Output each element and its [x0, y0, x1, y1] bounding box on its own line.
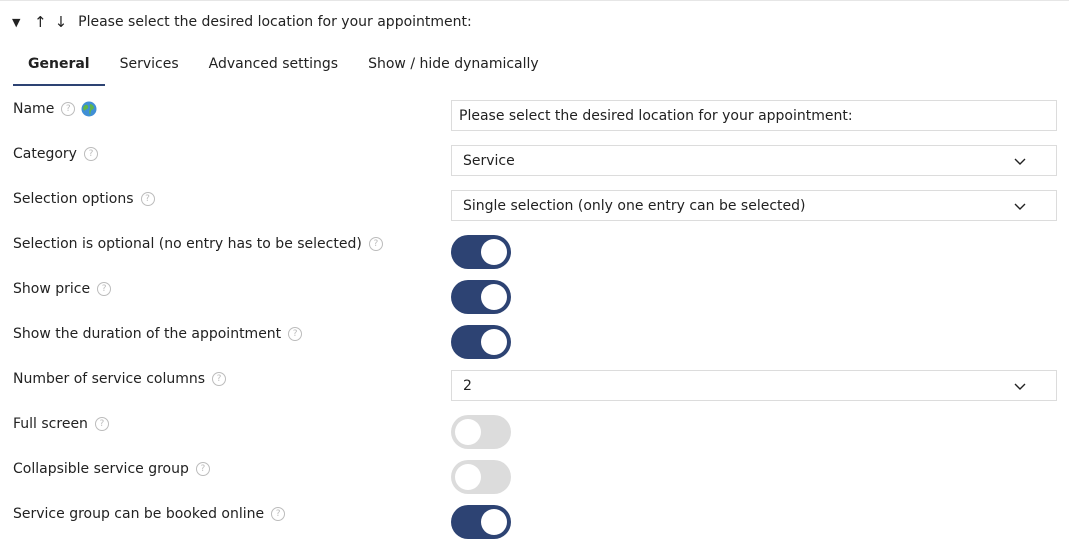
selection-optional-toggle[interactable] [451, 235, 511, 269]
toggle-knob [455, 464, 481, 490]
show-price-row: Show price ? [13, 277, 112, 301]
category-row: Category ? [13, 142, 98, 166]
selection-options-label: Selection options [13, 191, 134, 207]
collapsible-group-row: Collapsible service group ? [13, 457, 210, 481]
tab-general[interactable]: General [13, 50, 105, 86]
toggle-knob [481, 239, 507, 265]
help-icon[interactable]: ? [97, 282, 112, 296]
toggle-knob [481, 509, 507, 535]
name-input[interactable]: Please select the desired location for y… [451, 100, 1057, 131]
top-divider [0, 0, 1069, 1]
section-title: Please select the desired location for y… [78, 14, 472, 30]
tab-bar: General Services Advanced settings Show … [13, 50, 539, 86]
service-columns-select-value: 2 [463, 377, 472, 394]
show-duration-toggle[interactable] [451, 325, 511, 359]
show-duration-row: Show the duration of the appointment ? [13, 322, 303, 346]
help-icon[interactable]: ? [212, 372, 227, 386]
move-down-icon[interactable]: ↓ [55, 13, 68, 31]
full-screen-toggle[interactable] [451, 415, 511, 449]
category-select[interactable]: Service [451, 145, 1057, 176]
collapsible-group-toggle[interactable] [451, 460, 511, 494]
service-columns-row: Number of service columns ? [13, 367, 227, 391]
help-icon[interactable]: ? [140, 192, 155, 206]
selection-options-row: Selection options ? [13, 187, 155, 211]
group-bookable-row: Service group can be booked online ? [13, 502, 286, 526]
globe-icon[interactable] [81, 101, 97, 117]
tab-services[interactable]: Services [120, 50, 179, 86]
full-screen-row: Full screen ? [13, 412, 109, 436]
category-label: Category [13, 146, 77, 162]
show-price-toggle[interactable] [451, 280, 511, 314]
toggle-knob [455, 419, 481, 445]
chevron-down-icon [1014, 203, 1026, 210]
selection-options-select-value: Single selection (only one entry can be … [463, 197, 806, 214]
section-header: ▼ ↑ ↓ Please select the desired location… [12, 12, 472, 32]
selection-optional-label: Selection is optional (no entry has to b… [13, 236, 362, 252]
name-row: Name ? [13, 97, 97, 121]
move-up-icon[interactable]: ↑ [34, 13, 47, 31]
chevron-down-icon [1014, 383, 1026, 390]
group-bookable-toggle[interactable] [451, 505, 511, 539]
toggle-knob [481, 329, 507, 355]
show-duration-label: Show the duration of the appointment [13, 326, 282, 342]
collapsible-group-label: Collapsible service group [13, 461, 189, 477]
selection-optional-row: Selection is optional (no entry has to b… [13, 232, 383, 256]
help-icon[interactable]: ? [368, 237, 383, 251]
chevron-down-icon [1014, 158, 1026, 165]
help-icon[interactable]: ? [83, 147, 98, 161]
selection-options-select[interactable]: Single selection (only one entry can be … [451, 190, 1057, 221]
tab-show-hide-dynamically[interactable]: Show / hide dynamically [368, 50, 539, 86]
toggle-knob [481, 284, 507, 310]
service-columns-label: Number of service columns [13, 371, 206, 387]
name-input-value: Please select the desired location for y… [459, 107, 853, 124]
show-price-label: Show price [13, 281, 91, 297]
help-icon[interactable]: ? [61, 102, 76, 116]
category-select-value: Service [463, 152, 515, 169]
help-icon[interactable]: ? [271, 507, 286, 521]
help-icon[interactable]: ? [288, 327, 303, 341]
full-screen-label: Full screen [13, 416, 88, 432]
service-columns-select[interactable]: 2 [451, 370, 1057, 401]
collapse-toggle-icon[interactable]: ▼ [12, 16, 24, 29]
help-icon[interactable]: ? [195, 462, 210, 476]
tab-advanced-settings[interactable]: Advanced settings [209, 50, 338, 86]
name-label: Name [13, 101, 55, 117]
group-bookable-label: Service group can be booked online [13, 506, 265, 522]
help-icon[interactable]: ? [94, 417, 109, 431]
